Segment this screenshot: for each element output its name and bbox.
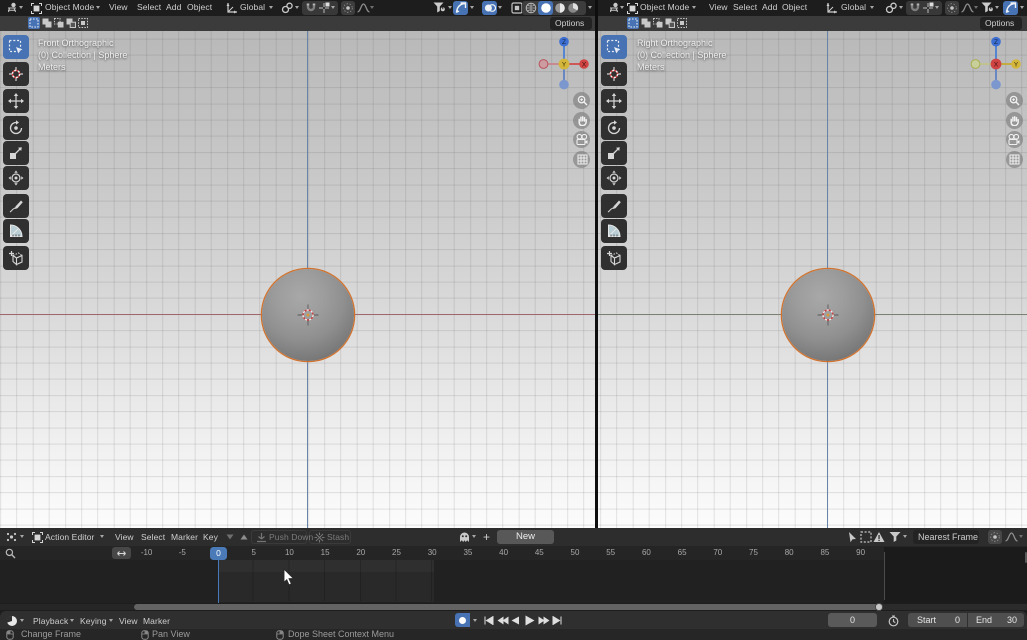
svg-text:X: X: [994, 62, 999, 69]
svg-text:Z: Z: [562, 39, 566, 46]
svg-text:Y: Y: [1014, 62, 1019, 69]
svg-text:X: X: [582, 62, 587, 69]
svg-text:Z: Z: [994, 39, 998, 46]
svg-text:Y: Y: [562, 62, 567, 69]
